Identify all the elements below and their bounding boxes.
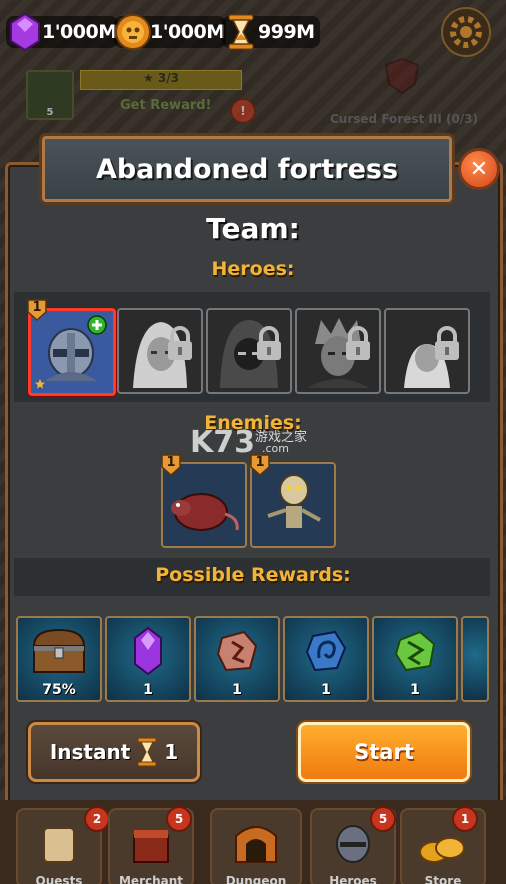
start-label: Start	[354, 740, 414, 764]
nav-badge: 5	[166, 806, 192, 832]
hero-slot-scarred-warrior[interactable]	[295, 308, 381, 394]
background-quest-count: 5	[46, 107, 54, 118]
rewards-heading: Possible Rewards:	[155, 564, 351, 586]
close-icon: ✕	[469, 156, 489, 182]
background-progress-bar: ★ 3/3	[80, 70, 242, 90]
background-star-progress: ★ 3/3	[142, 71, 180, 85]
reward-purple-gem[interactable]: 1	[105, 616, 191, 702]
hero-level-badge: 1	[26, 298, 48, 322]
close-button[interactable]: ✕	[458, 148, 500, 190]
instant-label: Instant	[49, 740, 131, 764]
background-shield-icon	[384, 57, 420, 95]
hero-level: 1	[32, 300, 42, 315]
background-alert-badge: !	[230, 98, 256, 124]
star-rank-icon	[35, 379, 45, 389]
skull-coin-icon	[115, 14, 151, 50]
coins-value: 1'000M	[150, 21, 225, 43]
lock-icon	[346, 326, 370, 360]
helmet-icon	[336, 825, 370, 863]
hourglass-value: 999M	[258, 21, 315, 43]
reward-blue-rune-stone[interactable]: 1	[283, 616, 369, 702]
nav-label: Store	[424, 874, 462, 884]
reward-green-rune-stone[interactable]: 1	[372, 616, 458, 702]
nav-badge: 2	[84, 806, 110, 832]
team-heading: Team:	[206, 212, 300, 245]
nav-dungeon[interactable]: Dungeon	[210, 808, 302, 884]
treasure-chest-icon	[32, 628, 86, 673]
reward-quantity: 75%	[42, 682, 76, 698]
dungeon-gate-icon	[235, 826, 277, 863]
nav-badge: 1	[452, 806, 478, 832]
skeleton-icon	[267, 474, 321, 528]
red-rune-stone-icon	[216, 630, 258, 672]
coins-counter[interactable]: 1'000M	[114, 14, 226, 50]
giant-rat-icon	[171, 493, 239, 531]
heroes-heading: Heroes:	[211, 258, 295, 280]
blue-rune-stone-icon	[305, 630, 347, 672]
enemy-level-badge: 1	[249, 453, 271, 477]
watermark-logo: K73	[190, 425, 255, 460]
settings-gear-icon[interactable]	[440, 6, 492, 58]
instant-button[interactable]: Instant 1	[28, 722, 200, 782]
dialog-title-bar: Abandoned fortress	[42, 136, 452, 202]
enemy-level: 1	[166, 455, 176, 470]
purple-gem-icon	[134, 626, 162, 676]
purple-gem-icon	[10, 12, 40, 52]
reward-quantity: 1	[410, 682, 420, 698]
reward-red-rune-stone[interactable]: 1	[194, 616, 280, 702]
green-rune-stone-icon	[394, 630, 436, 672]
gems-value: 1'000M	[42, 21, 117, 43]
dialog-title: Abandoned fortress	[95, 153, 399, 185]
hourglass-icon	[228, 14, 254, 50]
background-cursed-forest: Cursed Forest III (0/3)	[330, 112, 479, 126]
lock-icon	[257, 326, 281, 360]
hourglass-counter[interactable]: 999M	[222, 14, 320, 50]
lock-icon	[168, 326, 192, 360]
reward-partial-slot[interactable]	[461, 616, 489, 702]
reward-treasure-chest[interactable]: 75%	[16, 616, 102, 702]
hero-slot-hooded-rogue[interactable]	[206, 308, 292, 394]
lock-icon	[435, 326, 459, 360]
gems-counter[interactable]: 1'000M	[6, 12, 118, 52]
hourglass-icon	[137, 737, 157, 767]
nav-label: Quests	[35, 874, 83, 884]
scroll-icon	[43, 827, 75, 863]
reward-quantity: 1	[232, 682, 242, 698]
hero-slot-dark-mage[interactable]	[384, 308, 470, 394]
background-get-reward: Get Reward!	[120, 98, 212, 113]
instant-count: 1	[164, 740, 179, 764]
start-button[interactable]: Start	[298, 722, 470, 782]
reward-quantity: 1	[143, 682, 153, 698]
nav-label: Dungeon	[225, 874, 287, 884]
reward-quantity: 1	[321, 682, 331, 698]
background-quest-slot: 5	[26, 70, 74, 120]
merchant-icon	[133, 830, 169, 863]
enemy-level-badge: 1	[160, 453, 182, 477]
enemy-level: 1	[255, 455, 265, 470]
nav-badge: 5	[370, 806, 396, 832]
game-screen: 1'000M 1'000M 999M 5 ★ 3/3 Get Reward! !…	[0, 0, 506, 884]
nav-label: Merchant	[118, 874, 184, 884]
nav-label: Heroes	[329, 874, 377, 884]
add-hero-icon[interactable]	[87, 315, 107, 335]
hero-slot-white-haired-girl[interactable]	[117, 308, 203, 394]
